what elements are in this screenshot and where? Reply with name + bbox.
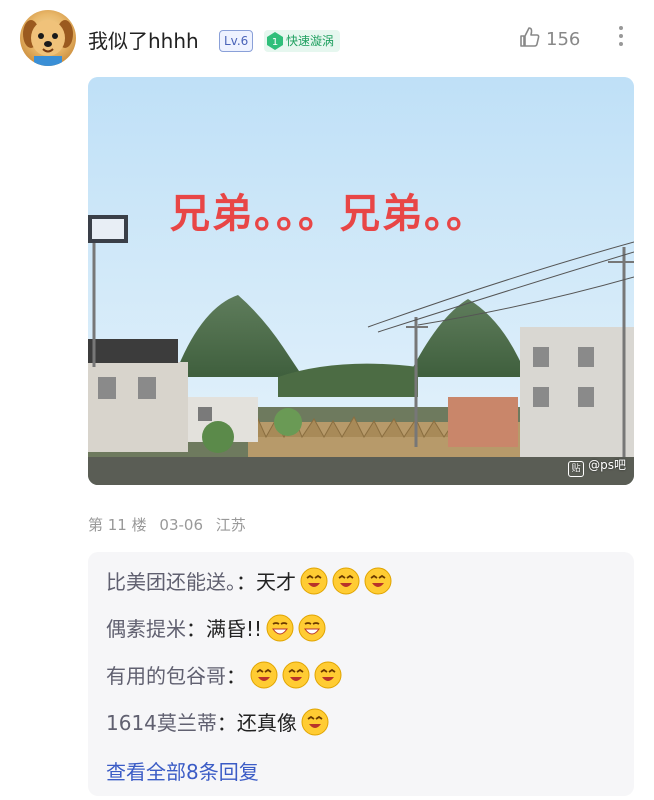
post-image[interactable]: 兄弟。。。兄弟。。 贴 @ps吧 (88, 77, 634, 485)
thumbs-up-icon (518, 26, 540, 48)
reply-item[interactable]: 1614莫兰蒂：还真像 (106, 707, 329, 736)
reply-text: 天才 (256, 570, 296, 594)
level-badge: Lv.6 (219, 30, 254, 52)
grin-emoji (301, 708, 329, 736)
reply-separator: ： (226, 664, 246, 688)
grin-emoji (250, 661, 278, 689)
view-all-replies-link[interactable]: 查看全部8条回复 (106, 756, 259, 785)
reply-author[interactable]: 有用的包谷哥 (106, 664, 226, 688)
watermark-icon: 贴 (568, 461, 585, 477)
grin-emoji (282, 661, 310, 689)
smile-emoji (298, 614, 326, 642)
more-options-icon[interactable] (614, 22, 628, 54)
grin-emoji (314, 661, 342, 689)
watermark-text: @ps吧 (588, 458, 626, 472)
post-meta: 第 11 楼 03-06 江苏 (88, 514, 254, 535)
reply-list: 比美团还能送。：天才 偶素提米：满昏!! 有用的包谷哥： 1614莫兰蒂：还真像… (88, 552, 634, 796)
gem-icon: 1 (264, 30, 286, 52)
reply-text: 还真像 (236, 711, 297, 735)
reply-text: 满昏!! (206, 617, 263, 641)
reply-item[interactable]: 有用的包谷哥： (106, 660, 342, 689)
floor-number: 第 11 楼 (88, 516, 147, 534)
grin-emoji (300, 567, 328, 595)
grin-emoji (364, 567, 392, 595)
smile-emoji (266, 614, 294, 642)
image-caption: 兄弟。。。兄弟。。 (170, 191, 488, 237)
fast-badge: 1 快速漩涡 (264, 30, 341, 52)
grin-emoji (332, 567, 360, 595)
reply-author[interactable]: 1614莫兰蒂 (106, 711, 217, 735)
avatar[interactable] (20, 10, 76, 66)
post-header: 我似了hhhh Lv.6 1 快速漩涡 156 (0, 0, 654, 76)
reply-author[interactable]: 比美团还能送。 (106, 570, 236, 594)
fast-badge-label: 快速漩涡 (286, 34, 335, 48)
reply-author[interactable]: 偶素提米 (106, 617, 186, 641)
fast-badge-number: 1 (272, 37, 278, 48)
post-date: 03-06 (159, 516, 203, 534)
reply-item[interactable]: 比美团还能送。：天才 (106, 566, 392, 595)
post-location: 江苏 (215, 516, 246, 534)
like-button[interactable]: 156 (518, 26, 580, 50)
reply-separator: ： (186, 617, 206, 641)
reply-separator: ： (236, 570, 256, 594)
reply-separator: ： (216, 711, 237, 735)
like-count: 156 (546, 29, 581, 50)
reply-item[interactable]: 偶素提米：满昏!! (106, 613, 326, 642)
username[interactable]: 我似了hhhh (88, 25, 199, 54)
image-watermark: 贴 @ps吧 (568, 456, 626, 477)
